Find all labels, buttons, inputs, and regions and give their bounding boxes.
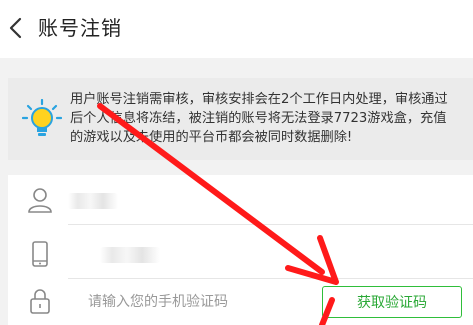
cancel-account-form: 获取验证码 [8, 175, 473, 325]
notice-panel: 用户账号注销需审核，审核安排会在2个工作日内处理，审核通过 后个人信息将冻结，被… [8, 78, 473, 160]
user-icon [28, 188, 52, 213]
lightbulb-icon [22, 99, 62, 136]
divider [68, 224, 473, 225]
phone-value-redacted [100, 247, 160, 263]
notice-text: 用户账号注销需审核，审核安排会在2个工作日内处理，审核通过 后个人信息将冻结，被… [70, 90, 470, 147]
account-value-redacted [68, 193, 118, 209]
notice-line: 的游戏以及未使用的平台币都会被同时数据删除! [70, 130, 353, 145]
phone-row [8, 229, 473, 279]
notice-line: 用户账号注销需审核，审核安排会在2个工作日内处理，审核通过 [70, 92, 448, 107]
get-code-button[interactable]: 获取验证码 [322, 286, 462, 318]
spacer [0, 58, 473, 78]
lock-icon [30, 289, 50, 314]
notice-line: 后个人信息将冻结，被注销的账号将无法登录7723游戏盒，充值 [70, 111, 447, 126]
top-bar: 账号注销 [0, 0, 473, 58]
page-title: 账号注销 [38, 16, 122, 40]
account-row [8, 175, 473, 225]
back-button[interactable] [2, 14, 30, 42]
phone-icon [32, 241, 48, 267]
verify-code-input[interactable] [88, 290, 288, 314]
chevron-left-icon [9, 17, 22, 39]
